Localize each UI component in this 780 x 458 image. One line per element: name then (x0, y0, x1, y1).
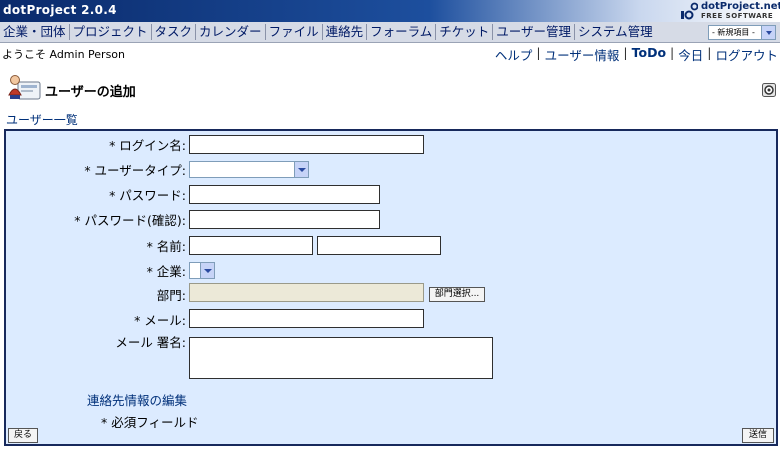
link-separator: | (536, 45, 541, 60)
menu-item-system-admin[interactable]: システム管理 (575, 24, 656, 40)
menu-item-user-admin[interactable]: ユーザー管理 (493, 24, 576, 40)
submit-button[interactable]: 送信 (742, 428, 774, 443)
dotproject-logo[interactable]: dotProject.net FREE SOFTWARE (680, 1, 780, 21)
header-links: ヘルプ | ユーザー情報 | ToDo | 今日 | ログアウト (495, 45, 778, 64)
password-input[interactable] (189, 185, 380, 204)
chevron-down-icon (294, 162, 308, 177)
menu-item-forums[interactable]: フォーラム (367, 24, 437, 40)
email-label: * メール: (134, 313, 186, 328)
chevron-down-icon (200, 263, 214, 278)
back-button[interactable]: 戻る (8, 428, 38, 443)
department-label: 部門: (156, 288, 186, 303)
menu-item-contacts[interactable]: 連絡先 (323, 24, 368, 40)
signature-textarea[interactable] (189, 337, 493, 379)
select-department-button[interactable]: 部門選択... (429, 287, 485, 302)
logout-link[interactable]: ログアウト (715, 45, 778, 64)
edit-contact-info-link[interactable]: 連絡先情報の編集 (87, 390, 187, 409)
main-menu-bar: 企業・団体 プロジェクト タスク カレンダー ファイル 連絡先 フォーラム チケ… (0, 22, 780, 43)
user-type-select[interactable] (189, 161, 309, 178)
link-separator: | (670, 45, 675, 60)
menu-item-calendar[interactable]: カレンダー (196, 24, 266, 40)
name-label: * 名前: (146, 239, 186, 254)
logo-icon (681, 2, 698, 20)
help-link[interactable]: ヘルプ (495, 45, 533, 64)
new-item-select-label: - 新規項目 - (712, 28, 755, 37)
company-select[interactable] (189, 262, 215, 279)
page-title: ユーザーの追加 (45, 85, 136, 100)
department-input (189, 283, 424, 302)
app-title: dotProject 2.0.4 (3, 3, 117, 17)
new-item-select[interactable]: - 新規項目 - (708, 25, 776, 40)
link-separator: | (707, 45, 712, 60)
add-user-form: * ログイン名: * ユーザータイプ: * パスワード: * パスワード(確認)… (4, 129, 778, 446)
password-confirm-label: * パスワード(確認): (74, 213, 186, 228)
title-bar: dotProject 2.0.4 dotProject.net FREE SOF… (0, 0, 780, 22)
first-name-input[interactable] (189, 236, 313, 255)
add-user-icon (8, 75, 41, 100)
menu-item-tasks[interactable]: タスク (152, 24, 197, 40)
menu-item-tickets[interactable]: チケット (436, 24, 494, 40)
last-name-input[interactable] (317, 236, 441, 255)
breadcrumb-user-list[interactable]: ユーザー一覧 (6, 111, 78, 128)
help-icon[interactable] (762, 83, 776, 97)
login-label: * ログイン名: (109, 138, 186, 153)
link-separator: | (623, 45, 628, 60)
chevron-down-icon (761, 26, 775, 39)
main-menu: 企業・団体 プロジェクト タスク カレンダー ファイル 連絡先 フォーラム チケ… (1, 24, 656, 40)
user-info-link[interactable]: ユーザー情報 (545, 45, 620, 64)
menu-item-files[interactable]: ファイル (266, 24, 323, 40)
menu-item-projects[interactable]: プロジェクト (70, 24, 152, 40)
password-label: * パスワード: (109, 188, 186, 203)
logo-subtitle: FREE SOFTWARE (701, 12, 774, 20)
logo-name: dotProject.net (701, 1, 780, 12)
required-fields-note: * 必須フィールド (101, 415, 199, 430)
todo-link[interactable]: ToDo (632, 45, 666, 64)
login-input[interactable] (189, 135, 424, 154)
today-link[interactable]: 今日 (678, 45, 703, 64)
welcome-text: ようこそ Admin Person (2, 48, 126, 61)
menu-item-companies[interactable]: 企業・団体 (1, 24, 70, 40)
user-type-label: * ユーザータイプ: (84, 163, 186, 178)
email-input[interactable] (189, 309, 424, 328)
signature-label: メール 署名: (115, 335, 186, 350)
password-confirm-input[interactable] (189, 210, 380, 229)
company-label: * 企業: (146, 264, 186, 279)
